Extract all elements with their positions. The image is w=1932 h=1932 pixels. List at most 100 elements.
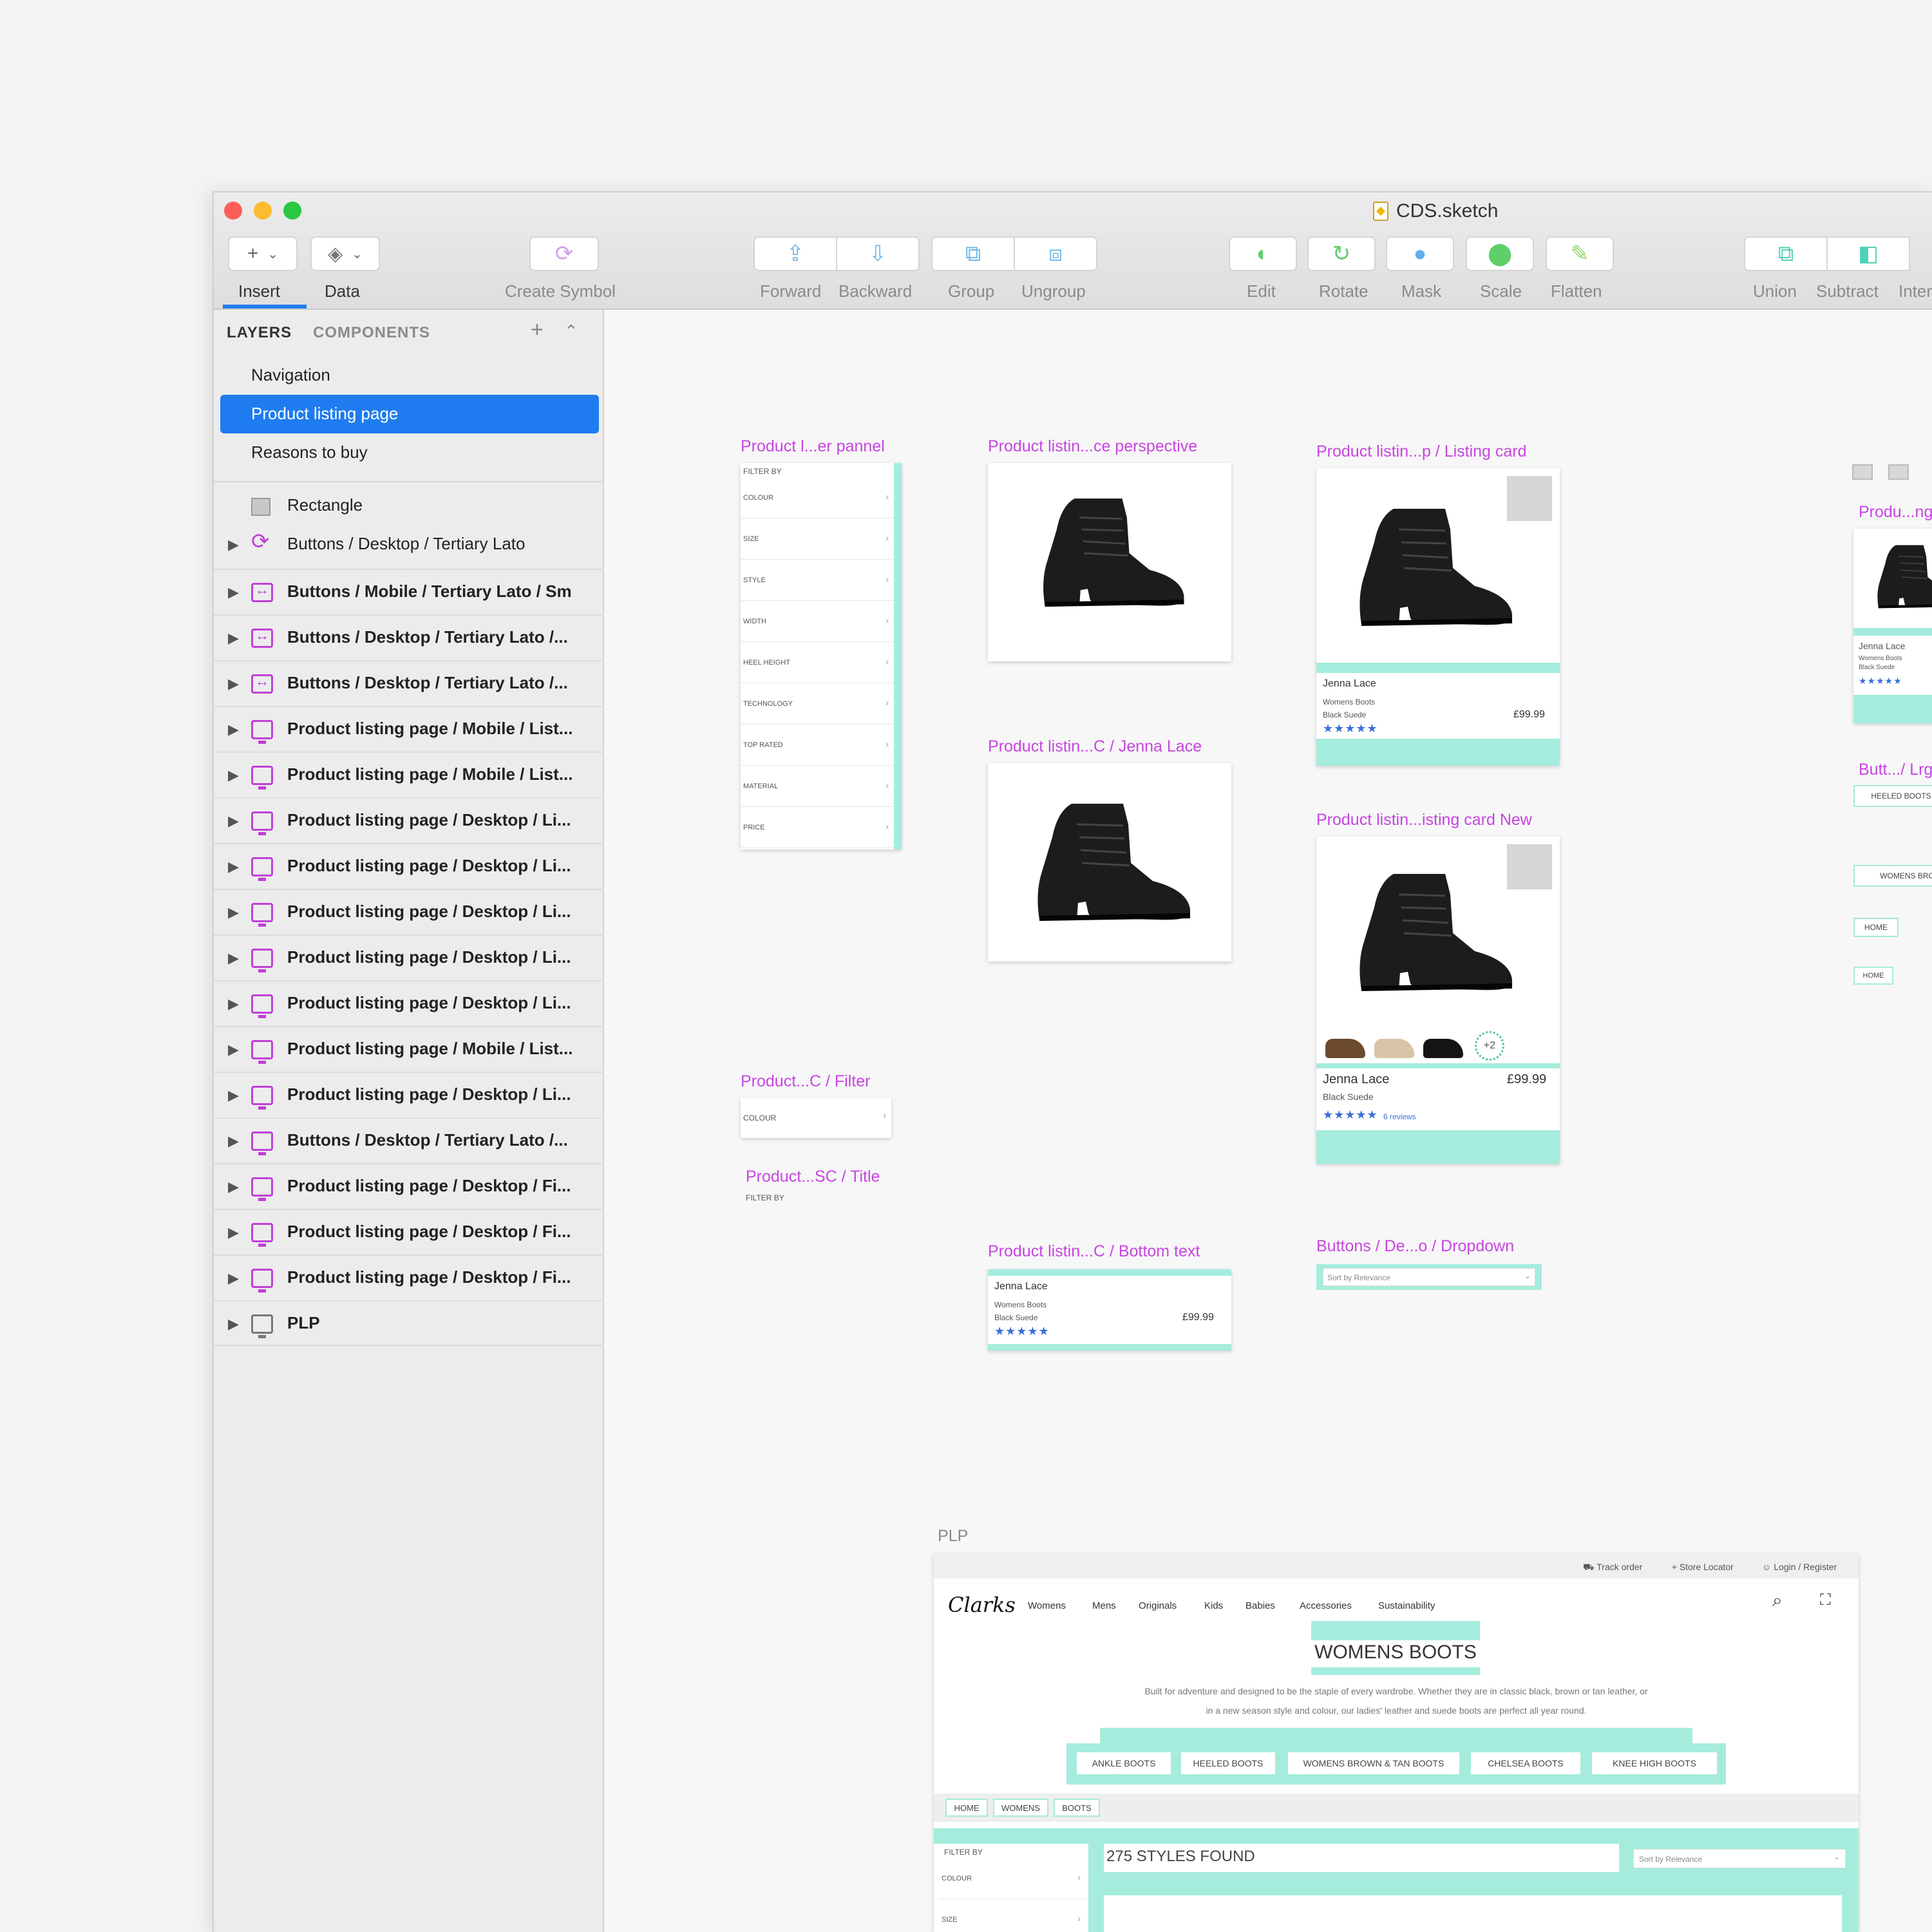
layer-row[interactable]: ▶ ⟳ Buttons / Desktop / Tertiary Lato: [214, 522, 604, 568]
disclosure-triangle-icon[interactable]: ▶: [228, 904, 239, 921]
disclosure-triangle-icon[interactable]: ▶: [228, 1270, 239, 1287]
bag-icon[interactable]: ⛶: [1820, 1591, 1831, 1609]
close-window-button[interactable]: [224, 202, 242, 220]
create-symbol-button[interactable]: ⟳: [529, 236, 599, 271]
nav-babies[interactable]: Babies: [1245, 1600, 1275, 1611]
backward-button[interactable]: ⇩: [836, 236, 920, 271]
artboard-label[interactable]: Product listin...C / Jenna Lace: [988, 737, 1202, 756]
minimize-window-button[interactable]: [254, 202, 272, 220]
breadcrumb-womens[interactable]: WOMENS: [993, 1799, 1048, 1817]
filter-row[interactable]: COLOUR ›: [741, 477, 894, 518]
subtract-button[interactable]: ◧: [1826, 236, 1910, 271]
home-button-small[interactable]: HOME: [1853, 967, 1893, 985]
listing-card-artboard[interactable]: Jenna Lace Womens Boots Black Suede ★★★★…: [1316, 468, 1560, 766]
wishlist-placeholder[interactable]: [1507, 476, 1552, 521]
colour-swatch-tan[interactable]: [1374, 1039, 1414, 1058]
face-perspective-artboard[interactable]: [988, 463, 1231, 661]
filter-row[interactable]: WIDTH ›: [741, 601, 894, 642]
breadcrumb-home[interactable]: HOME: [945, 1799, 988, 1817]
layer-row[interactable]: ▶ Product listing page / Desktop / Fi...: [214, 1209, 604, 1255]
layer-row[interactable]: ▶ Product listing page / Desktop / Li...: [214, 980, 604, 1026]
filter-row[interactable]: STYLE ›: [741, 560, 894, 601]
artboard-label[interactable]: Butt.../ Lrg: [1859, 761, 1932, 779]
reviews-link[interactable]: 6 reviews: [1383, 1112, 1416, 1121]
flatten-button[interactable]: ✎: [1546, 236, 1614, 271]
layer-row[interactable]: ▶ Buttons / Desktop / Tertiary Lato /...: [214, 614, 604, 660]
layer-row[interactable]: ▶ Product listing page / Desktop / Fi...: [214, 1163, 604, 1209]
union-button[interactable]: ⧉: [1744, 236, 1828, 271]
womens-brown-tan-button[interactable]: WOMENS BROWN & TAN BOOTS: [1853, 865, 1932, 887]
search-icon[interactable]: ⌕: [1772, 1590, 1783, 1611]
layer-row[interactable]: ▶ Product listing page / Desktop / Li...: [214, 1072, 604, 1117]
disclosure-triangle-icon[interactable]: ▶: [228, 1224, 239, 1241]
nav-mens[interactable]: Mens: [1092, 1600, 1116, 1611]
zoom-window-button[interactable]: [283, 202, 301, 220]
page-navigation[interactable]: Navigation: [251, 365, 330, 385]
artboard-label[interactable]: PLP: [938, 1527, 968, 1546]
layer-row[interactable]: ▶ Buttons / Desktop / Tertiary Lato /...: [214, 1117, 604, 1163]
mask-button[interactable]: ●: [1386, 236, 1454, 271]
grid-view-icon[interactable]: [1852, 464, 1873, 480]
plp-artboard[interactable]: ⛟ Track order ⌖ Store Locator ☺ Login / …: [934, 1554, 1859, 1932]
layer-row[interactable]: ▶ Product listing page / Mobile / List..…: [214, 1026, 604, 1072]
tab-layers[interactable]: LAYERS: [227, 324, 292, 342]
edit-button[interactable]: ◐: [1229, 236, 1297, 271]
forward-button[interactable]: ⇪: [753, 236, 837, 271]
disclosure-triangle-icon[interactable]: ▶: [228, 1316, 239, 1332]
insert-button[interactable]: + ⌄: [228, 236, 298, 271]
filter-row[interactable]: COLOUR ›: [939, 1858, 1086, 1899]
disclosure-triangle-icon[interactable]: ▶: [228, 1087, 239, 1104]
artboard-label[interactable]: Product listin...ce perspective: [988, 437, 1197, 456]
filter-row[interactable]: SIZE ›: [741, 518, 894, 560]
layer-row[interactable]: ▶ Product listing page / Desktop / Li...: [214, 797, 604, 843]
nav-accessories[interactable]: Accessories: [1300, 1600, 1352, 1611]
scale-button[interactable]: ⬤: [1466, 236, 1534, 271]
clarks-logo[interactable]: Clarks: [948, 1593, 1016, 1617]
layer-row[interactable]: ▶ Product listing page / Mobile / List..…: [214, 706, 604, 752]
bottom-text-artboard[interactable]: Jenna Lace Womens Boots Black Suede ★★★★…: [988, 1269, 1231, 1350]
disclosure-triangle-icon[interactable]: ▶: [228, 767, 239, 784]
more-colours-badge[interactable]: +2: [1475, 1031, 1504, 1061]
category-knee-high-boots[interactable]: KNEE HIGH BOOTS: [1592, 1752, 1717, 1774]
listing-card-new-artboard[interactable]: +2 Jenna Lace £99.99 Black Suede ★★★★★ 6…: [1316, 837, 1560, 1164]
disclosure-triangle-icon[interactable]: ▶: [228, 1133, 239, 1150]
track-order-link[interactable]: ⛟ Track order: [1583, 1562, 1642, 1574]
plp-sort-dropdown[interactable]: Sort by Relevance ⌄: [1633, 1849, 1846, 1868]
data-button[interactable]: ◈ ⌄: [310, 236, 380, 271]
disclosure-triangle-icon[interactable]: ▶: [228, 996, 239, 1012]
filter-row[interactable]: MATERIAL ›: [741, 766, 894, 807]
artboard-label[interactable]: Product...SC / Title: [746, 1168, 880, 1186]
collapse-pages-icon[interactable]: ⌃: [564, 321, 578, 341]
layer-row[interactable]: ▶ Buttons / Desktop / Tertiary Lato /...: [214, 660, 604, 706]
dropdown-artboard[interactable]: Sort by Relevance ⌄: [1316, 1264, 1542, 1290]
list-view-icon[interactable]: [1888, 464, 1909, 480]
disclosure-triangle-icon[interactable]: ▶: [228, 721, 239, 738]
layer-row[interactable]: ▶ Product listing page / Desktop / Li...: [214, 889, 604, 934]
disclosure-triangle-icon[interactable]: ▶: [228, 630, 239, 647]
layer-row-plp[interactable]: ▶ PLP: [214, 1300, 604, 1346]
artboard-label[interactable]: Product listin...isting card New: [1316, 811, 1532, 829]
ungroup-button[interactable]: ⧈: [1014, 236, 1097, 271]
login-link[interactable]: ☺ Login / Register: [1762, 1562, 1837, 1572]
rotate-button[interactable]: ↻: [1307, 236, 1376, 271]
category-heeled-boots[interactable]: HEELED BOOTS: [1181, 1752, 1275, 1774]
layer-row[interactable]: ▶ Buttons / Mobile / Tertiary Lato / Sm: [214, 569, 604, 614]
category-chelsea-boots[interactable]: CHELSEA BOOTS: [1471, 1752, 1580, 1774]
colour-swatch-brown[interactable]: [1325, 1039, 1365, 1058]
page-reasons-to-buy[interactable]: Reasons to buy: [251, 442, 368, 462]
nav-womens[interactable]: Womens: [1028, 1600, 1066, 1611]
nav-sustainability[interactable]: Sustainability: [1378, 1600, 1435, 1611]
mobile-card-artboard[interactable]: Jenna Lace Womens Boots Black Suede £99.…: [1853, 529, 1932, 723]
colour-swatch-black[interactable]: [1423, 1039, 1463, 1058]
store-locator-link[interactable]: ⌖ Store Locator: [1672, 1562, 1734, 1573]
canvas[interactable]: Product l...er pannel FILTER BY COLOUR › …: [605, 310, 1932, 1932]
disclosure-triangle-icon[interactable]: ▶: [228, 584, 239, 601]
page-product-listing[interactable]: Product listing page: [220, 395, 599, 433]
disclosure-triangle-icon[interactable]: ▶: [228, 1041, 239, 1058]
sort-dropdown[interactable]: Sort by Relevance ⌄: [1323, 1268, 1535, 1286]
disclosure-triangle-icon[interactable]: ▶: [228, 813, 239, 829]
artboard-label[interactable]: Product...C / Filter: [741, 1072, 870, 1091]
disclosure-triangle-icon[interactable]: ▶: [228, 858, 239, 875]
breadcrumb-boots[interactable]: BOOTS: [1054, 1799, 1100, 1817]
filter-row[interactable]: PRICE ›: [741, 807, 894, 848]
